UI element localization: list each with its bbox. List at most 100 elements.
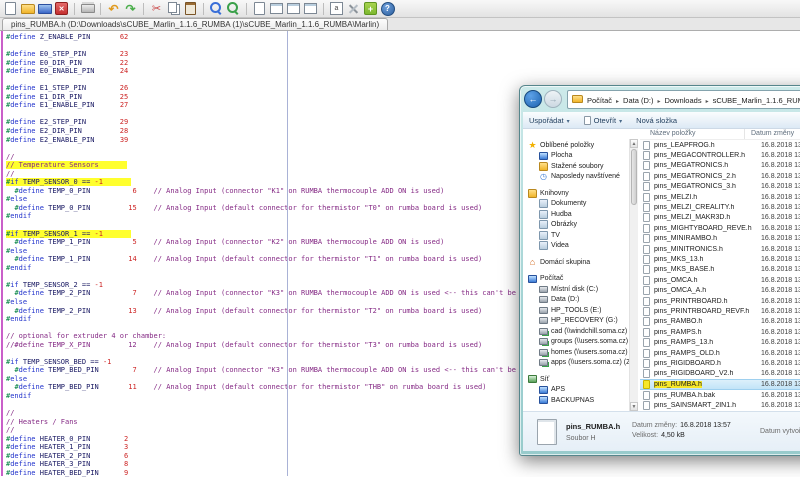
code-line: #define HEATER_3_PIN 8 xyxy=(6,460,800,469)
breadcrumb-item[interactable]: Downloads xyxy=(664,96,701,105)
column-header-name[interactable]: Název položky xyxy=(640,129,745,139)
file-row[interactable]: pins_RAMPS_13.h16.8.2018 13:57 xyxy=(640,337,800,347)
file-row[interactable]: pins_MEGATRONICS_3.h16.8.2018 13:57 xyxy=(640,182,800,192)
file-row[interactable]: pins_SAINSMART_2IN1.h16.8.2018 13:57 xyxy=(640,400,800,410)
file-row[interactable]: pins_MINITRONICS.h16.8.2018 13:57 xyxy=(640,244,800,254)
new-folder-button[interactable]: Nová složka xyxy=(636,116,677,125)
sidebar-item[interactable]: Knihovny xyxy=(523,188,629,199)
settings-icon[interactable] xyxy=(346,2,361,16)
file-row[interactable]: pins_MKS_13.h16.8.2018 13:57 xyxy=(640,254,800,264)
open-file-icon[interactable] xyxy=(20,2,35,16)
new-file-icon[interactable] xyxy=(3,2,18,16)
file-row[interactable]: pins_RIGIDBOARD_V2.h16.8.2018 13:57 xyxy=(640,369,800,379)
file-row[interactable]: pins_MELZI_MAKR3D.h16.8.2018 13:57 xyxy=(640,213,800,223)
file-row[interactable]: pins_MEGATRONICS.h16.8.2018 13:57 xyxy=(640,161,800,171)
scroll-up-arrow[interactable]: ▲ xyxy=(630,139,638,148)
sidebar-item[interactable]: APS xyxy=(523,385,629,396)
code-browser-icon[interactable] xyxy=(329,2,344,16)
file-row[interactable]: pins_MEGACONTROLLER.h16.8.2018 13:57 xyxy=(640,150,800,160)
file-row[interactable]: pins_RUMBA.h16.8.2018 13:57 xyxy=(640,379,800,390)
file-row[interactable]: pins_OMCA_A.h16.8.2018 13:57 xyxy=(640,285,800,295)
sidebar-item[interactable]: Data (D:) xyxy=(523,295,629,306)
sidebar-item[interactable]: homes (\\users.soma.cz) xyxy=(523,347,629,358)
file-icon xyxy=(643,182,650,191)
organize-button[interactable]: Uspořádat xyxy=(529,116,570,125)
print-icon[interactable] xyxy=(80,2,95,16)
file-row[interactable]: pins_MKS_BASE.h16.8.2018 13:57 xyxy=(640,265,800,275)
sidebar-item[interactable]: Domácí skupina xyxy=(523,257,629,268)
file-row[interactable]: pins_MEGATRONICS_2.h16.8.2018 13:57 xyxy=(640,171,800,181)
tile-vertical-icon[interactable] xyxy=(286,2,301,16)
sidebar-item[interactable]: apps (\\users.soma.cz) (Z xyxy=(523,358,629,369)
code-line: #define Z_ENABLE_PIN 62 xyxy=(6,33,800,42)
tile-horizontal-icon[interactable] xyxy=(269,2,284,16)
file-row[interactable]: pins_MINIRAMBO.h16.8.2018 13:57 xyxy=(640,234,800,244)
save-file-icon[interactable] xyxy=(37,2,52,16)
sidebar-item[interactable]: Síť xyxy=(523,374,629,385)
file-tab[interactable]: pins_RUMBA.h (D:\Downloads\sCUBE_Marlin_… xyxy=(2,18,388,30)
sidebar-item[interactable]: BACKUPNAS xyxy=(523,395,629,406)
help-icon[interactable] xyxy=(380,2,395,16)
column-headers: Název položky Datum změny xyxy=(640,129,800,140)
file-row[interactable]: pins_PRINTRBOARD.h16.8.2018 13:57 xyxy=(640,296,800,306)
sidebar-item-label: Naposledy navštívené xyxy=(551,173,620,180)
file-row[interactable]: pins_LEAPFROG.h16.8.2018 13:57 xyxy=(640,140,800,150)
sidebar-item[interactable]: Plocha xyxy=(523,151,629,162)
file-row[interactable]: pins_RAMPS.h16.8.2018 13:57 xyxy=(640,327,800,337)
sidebar-item[interactable]: Dokumenty xyxy=(523,199,629,210)
breadcrumb-item[interactable]: Počítač xyxy=(587,96,612,105)
recent-icon xyxy=(539,172,548,181)
new-window-icon[interactable] xyxy=(252,2,267,16)
column-header-modified[interactable]: Datum změny xyxy=(745,129,794,139)
breadcrumb-arrow-icon: ▸ xyxy=(612,99,623,105)
file-row[interactable]: pins_OMCA.h16.8.2018 13:57 xyxy=(640,275,800,285)
undo-icon[interactable] xyxy=(106,2,121,16)
file-row[interactable]: pins_RAMPS_OLD.h16.8.2018 13:57 xyxy=(640,348,800,358)
sidebar-item[interactable]: Místní disk (C:) xyxy=(523,284,629,295)
cascade-windows-icon[interactable] xyxy=(303,2,318,16)
find-icon[interactable] xyxy=(209,2,224,16)
sidebar-item[interactable]: Počítač xyxy=(523,274,629,285)
sidebar-item[interactable]: Oblíbené položky xyxy=(523,140,629,151)
sidebar-item[interactable]: HP_RECOVERY (G:) xyxy=(523,316,629,327)
plugins-icon[interactable] xyxy=(363,2,378,16)
sidebar-item-label: Dokumenty xyxy=(551,200,586,207)
sidebar-item[interactable]: Naposledy navštívené xyxy=(523,172,629,183)
copy-icon[interactable] xyxy=(166,2,181,16)
sidebar-item[interactable]: cad (\\windchill.soma.cz) xyxy=(523,326,629,337)
cut-icon[interactable] xyxy=(149,2,164,16)
file-name: pins_PRINTRBOARD.h xyxy=(654,298,755,305)
file-icon xyxy=(643,328,650,337)
sidebar-item[interactable]: Obrázky xyxy=(523,220,629,231)
close-file-icon[interactable] xyxy=(54,2,69,16)
breadcrumb-arrow-icon: ▸ xyxy=(702,99,713,105)
file-row[interactable]: pins_RUMBA.h.bak16.8.2018 13:57 xyxy=(640,390,800,400)
breadcrumb-item[interactable]: sCUBE_Marlin_1.1.6_RUMBA (1) xyxy=(713,96,800,105)
open-button[interactable]: Otevřít xyxy=(584,116,623,125)
file-row[interactable]: pins_MELZI_CREALITY.h16.8.2018 13:57 xyxy=(640,202,800,212)
breadcrumb-item[interactable]: Data (D:) xyxy=(623,96,653,105)
address-bar[interactable]: Počítač▸Data (D:)▸Downloads▸sCUBE_Marlin… xyxy=(567,90,800,109)
sidebar-item[interactable]: HP_TOOLS (E:) xyxy=(523,305,629,316)
sidebar-item[interactable]: Stažené soubory xyxy=(523,161,629,172)
sidebar-item[interactable]: TV xyxy=(523,230,629,241)
file-row[interactable]: pins_RAMBO.h16.8.2018 13:57 xyxy=(640,317,800,327)
file-date-modified: 16.8.2018 13:57 xyxy=(755,152,800,159)
file-date-modified: 16.8.2018 13:57 xyxy=(755,225,800,232)
file-row[interactable]: pins_RIGIDBOARD.h16.8.2018 13:57 xyxy=(640,358,800,368)
redo-icon[interactable] xyxy=(123,2,138,16)
sidebar-item[interactable]: Videa xyxy=(523,241,629,252)
paste-icon[interactable] xyxy=(183,2,198,16)
sidebar-item[interactable]: Hudba xyxy=(523,209,629,220)
back-button[interactable]: ← xyxy=(524,90,542,108)
sidebar-scrollbar[interactable]: ▲ ▼ xyxy=(629,139,638,411)
file-row[interactable]: pins_MIGHTYBOARD_REVE.h16.8.2018 13:57 xyxy=(640,223,800,233)
forward-button[interactable]: → xyxy=(544,90,562,108)
find-in-files-icon[interactable] xyxy=(226,2,241,16)
explorer-body: Uspořádat Otevřít Nová složka Oblíbené p… xyxy=(523,112,800,451)
scrollbar-thumb[interactable] xyxy=(631,149,637,205)
file-row[interactable]: pins_MELZI.h16.8.2018 13:57 xyxy=(640,192,800,202)
file-row[interactable]: pins_PRINTRBOARD_REVF.h16.8.2018 13:57 xyxy=(640,306,800,316)
sidebar-item[interactable]: groups (\\users.soma.cz) xyxy=(523,337,629,348)
scroll-down-arrow[interactable]: ▼ xyxy=(630,402,638,411)
